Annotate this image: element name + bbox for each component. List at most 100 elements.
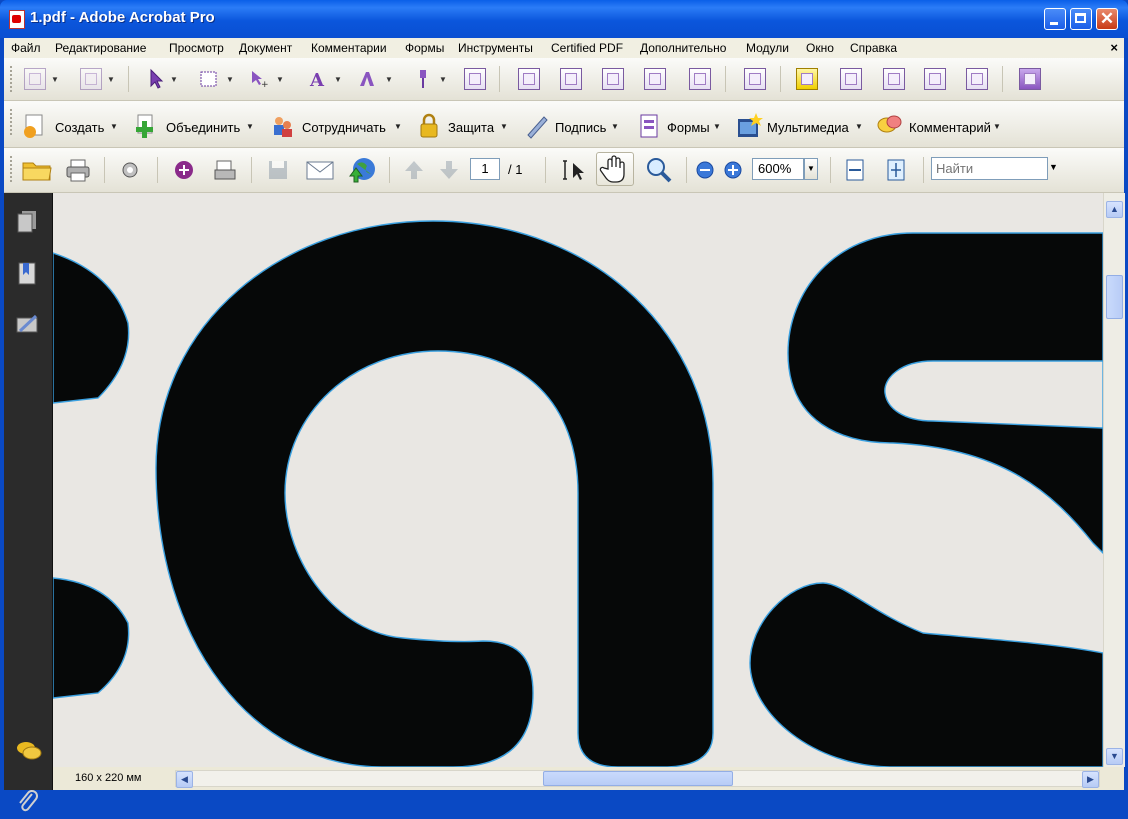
fit-width-icon[interactable] xyxy=(843,158,867,182)
zoom-in-icon[interactable] xyxy=(724,161,742,179)
minimize-button[interactable] xyxy=(1044,8,1066,30)
search-dropdown-button[interactable]: ▼ xyxy=(1049,162,1058,172)
checkbox-field-icon[interactable] xyxy=(602,68,624,90)
text-tool-icon[interactable]: A xyxy=(306,68,328,91)
image-field-icon[interactable] xyxy=(644,68,666,90)
next-page-icon[interactable] xyxy=(437,158,461,182)
scroll-up-button[interactable]: ▲ xyxy=(1106,201,1123,218)
collaborate-button[interactable]: Сотрудничать xyxy=(302,120,386,135)
scan-icon[interactable] xyxy=(213,158,237,182)
status-bar: 160 x 220 мм ◀ ▶ xyxy=(53,767,1124,790)
comment-button[interactable]: Комментарий xyxy=(909,120,991,135)
print-icon[interactable] xyxy=(65,158,91,182)
horizontal-scroll-thumb[interactable] xyxy=(543,771,733,786)
forms-toolbar: ▼ ▼ ▼ ▼ + ▼ A ▼ ▼ ▼ xyxy=(4,58,1124,101)
email-settings-icon[interactable] xyxy=(118,158,142,182)
app-window: 1.pdf - Adobe Acrobat Pro ✕ Файл Редакти… xyxy=(0,0,1128,812)
next-view-icon[interactable] xyxy=(80,68,102,90)
text-field-icon[interactable] xyxy=(744,68,766,90)
page-number-input[interactable]: 1 xyxy=(470,158,500,180)
email-icon[interactable] xyxy=(305,158,335,182)
pen-icon xyxy=(524,113,550,139)
form-field-icon[interactable] xyxy=(518,68,540,90)
grid-field-icon[interactable] xyxy=(924,68,946,90)
web-upload-icon[interactable] xyxy=(347,156,377,184)
pdf-file-icon xyxy=(9,10,25,29)
combine-button[interactable]: Объединить xyxy=(166,120,240,135)
menu-certified-pdf[interactable]: Certified PDF xyxy=(551,41,623,55)
sign-button[interactable]: Подпись xyxy=(555,120,606,135)
menu-comments[interactable]: Комментарии xyxy=(311,41,387,55)
touchup-tool-icon[interactable] xyxy=(356,68,378,90)
create-button[interactable]: Создать xyxy=(55,120,104,135)
scroll-right-button[interactable]: ▶ xyxy=(1082,771,1099,788)
pin-tool-icon[interactable] xyxy=(412,68,434,90)
svg-text:+: + xyxy=(261,80,269,90)
menu-view[interactable]: Просмотр xyxy=(169,41,224,55)
menu-bar: Файл Редактирование Просмотр Документ Ко… xyxy=(4,38,1124,58)
crop-field-icon[interactable] xyxy=(840,68,862,90)
svg-text:A: A xyxy=(309,70,325,90)
maximize-button[interactable] xyxy=(1070,8,1092,30)
vertical-scroll-thumb[interactable] xyxy=(1106,275,1123,319)
toolbar-grip[interactable] xyxy=(10,109,15,135)
puzzle-field-icon[interactable] xyxy=(1019,68,1041,90)
scroll-down-button[interactable]: ▼ xyxy=(1106,748,1123,765)
toolbar-grip[interactable] xyxy=(10,66,15,92)
bookmarks-icon[interactable] xyxy=(16,261,38,285)
object-tool-icon[interactable]: + xyxy=(249,68,271,90)
combine-field-icon[interactable] xyxy=(689,68,711,90)
navigation-toolbar: 1 / 1 600% ▼ Найти ▼ xyxy=(4,148,1124,193)
pages-icon[interactable] xyxy=(16,209,38,233)
scroll-left-button[interactable]: ◀ xyxy=(176,771,193,788)
remove-field-icon[interactable] xyxy=(883,68,905,90)
menu-help[interactable]: Справка xyxy=(850,41,897,55)
comments-icon[interactable] xyxy=(16,738,42,762)
attachments-icon[interactable] xyxy=(16,788,38,812)
signatures-icon[interactable] xyxy=(16,313,38,337)
combine-icon xyxy=(132,113,158,139)
window-title: 1.pdf - Adobe Acrobat Pro xyxy=(30,9,215,26)
menu-edit[interactable]: Редактирование xyxy=(55,41,146,55)
hand-tool-button[interactable] xyxy=(596,152,634,186)
share-icon[interactable] xyxy=(172,158,196,182)
zoom-dropdown-button[interactable]: ▼ xyxy=(804,158,818,180)
select-object-icon[interactable] xyxy=(146,68,168,90)
toolbar-grip[interactable] xyxy=(10,156,15,182)
form-page-icon[interactable] xyxy=(464,68,486,90)
zoom-tool-icon[interactable] xyxy=(645,156,673,184)
menu-file[interactable]: Файл xyxy=(11,41,41,55)
menu-document[interactable]: Документ xyxy=(239,41,292,55)
forms-icon xyxy=(636,113,662,139)
button-field-icon[interactable] xyxy=(560,68,582,90)
warning-field-icon[interactable] xyxy=(966,68,988,90)
close-window-button[interactable]: ✕ xyxy=(1096,8,1118,30)
save-icon[interactable] xyxy=(266,158,290,182)
menu-advanced[interactable]: Дополнительно xyxy=(640,41,726,55)
multimedia-button[interactable]: Мультимедиа xyxy=(767,120,849,135)
comment-icon xyxy=(876,113,904,139)
horizontal-scrollbar[interactable]: ◀ ▶ xyxy=(175,770,1100,788)
open-folder-icon[interactable] xyxy=(22,158,52,182)
document-view[interactable] xyxy=(53,193,1103,767)
zoom-level-input[interactable]: 600% xyxy=(752,158,804,180)
prev-view-icon[interactable] xyxy=(24,68,46,90)
close-document-button[interactable]: × xyxy=(1110,40,1118,55)
forms-button[interactable]: Формы xyxy=(667,120,710,135)
app-frame: Файл Редактирование Просмотр Документ Ко… xyxy=(4,38,1125,812)
fit-page-icon[interactable] xyxy=(884,158,908,182)
zoom-out-icon[interactable] xyxy=(696,161,714,179)
menu-window[interactable]: Окно xyxy=(806,41,834,55)
menu-plugins[interactable]: Модули xyxy=(746,41,789,55)
vertical-scrollbar[interactable]: ▲ ▼ xyxy=(1103,193,1125,767)
note-field-icon[interactable] xyxy=(796,68,818,90)
select-text-icon[interactable] xyxy=(561,158,587,182)
search-input[interactable] xyxy=(931,157,1048,180)
menu-tools[interactable]: Инструменты xyxy=(458,41,533,55)
secure-button[interactable]: Защита xyxy=(448,120,494,135)
title-bar[interactable]: 1.pdf - Adobe Acrobat Pro ✕ xyxy=(0,0,1128,38)
menu-forms[interactable]: Формы xyxy=(405,41,444,55)
marquee-icon[interactable] xyxy=(198,68,220,90)
lock-icon xyxy=(416,113,442,139)
prev-page-icon[interactable] xyxy=(402,158,426,182)
